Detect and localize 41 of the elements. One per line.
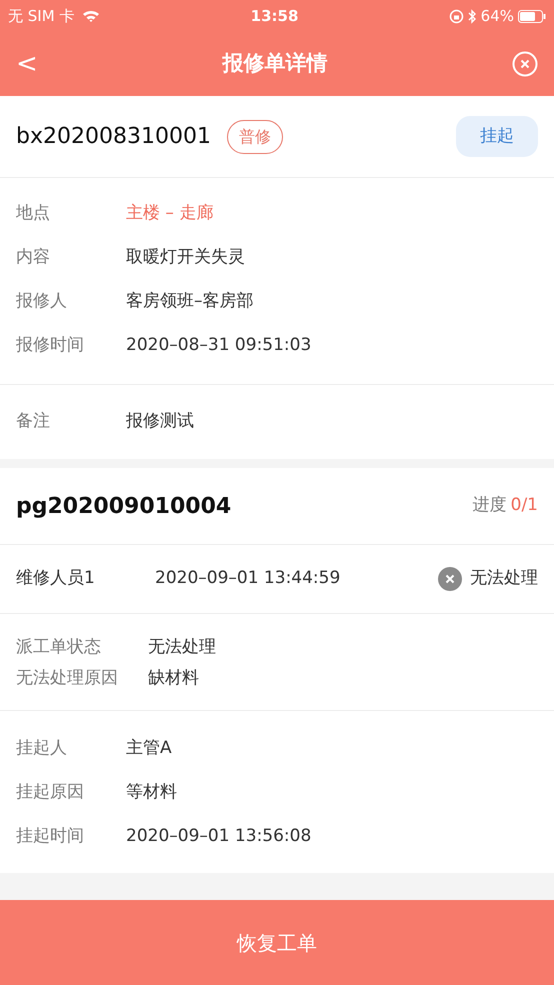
- result-text: 无法处理: [470, 567, 538, 590]
- field-label: 备注: [16, 410, 51, 434]
- close-icon[interactable]: [512, 51, 538, 77]
- field-label: 挂起原因: [16, 781, 85, 804]
- page-title: 报修单详情: [222, 50, 328, 78]
- clock-text: 13:58: [250, 6, 298, 27]
- battery-icon: [518, 10, 546, 22]
- failed-icon: [438, 567, 462, 591]
- field-value: 主管A: [126, 737, 172, 760]
- back-button[interactable]: <: [16, 51, 38, 77]
- battery-text: 64%: [480, 6, 514, 27]
- field-value: 无法处理: [148, 636, 216, 659]
- field-value: 客房领班–客房部: [126, 290, 254, 314]
- repair-type-tag: 普修: [226, 120, 283, 154]
- field-value: 2020–08–31 09:51:03: [126, 334, 312, 358]
- field-label: 无法处理原因: [16, 666, 119, 690]
- field-value: 取暖灯开关失灵: [126, 246, 245, 270]
- progress-value: 0/1: [510, 494, 538, 518]
- worker-time: 2020–09–01 13:44:59: [155, 567, 340, 590]
- rotation-lock-icon: [448, 8, 464, 24]
- suspend-button[interactable]: 挂起: [456, 116, 538, 158]
- field-value: 报修测试: [126, 410, 194, 434]
- field-value: 等材料: [126, 781, 177, 804]
- carrier-text: 无 SIM 卡: [8, 6, 74, 27]
- progress-label: 进度: [472, 494, 507, 518]
- field-value: 2020–09–01 13:56:08: [126, 825, 312, 848]
- field-label: 内容: [16, 246, 51, 270]
- field-label: 挂起时间: [16, 825, 85, 848]
- bluetooth-icon: [468, 8, 477, 24]
- field-label: 地点: [16, 202, 51, 226]
- field-label: 报修人: [16, 290, 68, 314]
- dispatch-number: pg202009010004: [16, 492, 232, 520]
- order-number: bx202008310001: [16, 123, 211, 151]
- field-value: 缺材料: [148, 666, 199, 690]
- restore-order-button[interactable]: 恢复工单: [0, 900, 554, 985]
- field-label: 挂起人: [16, 737, 68, 760]
- worker-name: 维修人员1: [16, 567, 96, 590]
- wifi-icon: [82, 9, 100, 23]
- field-label: 派工单状态: [16, 636, 102, 659]
- field-label: 报修时间: [16, 334, 85, 358]
- field-value: 主楼 – 走廊: [126, 202, 214, 226]
